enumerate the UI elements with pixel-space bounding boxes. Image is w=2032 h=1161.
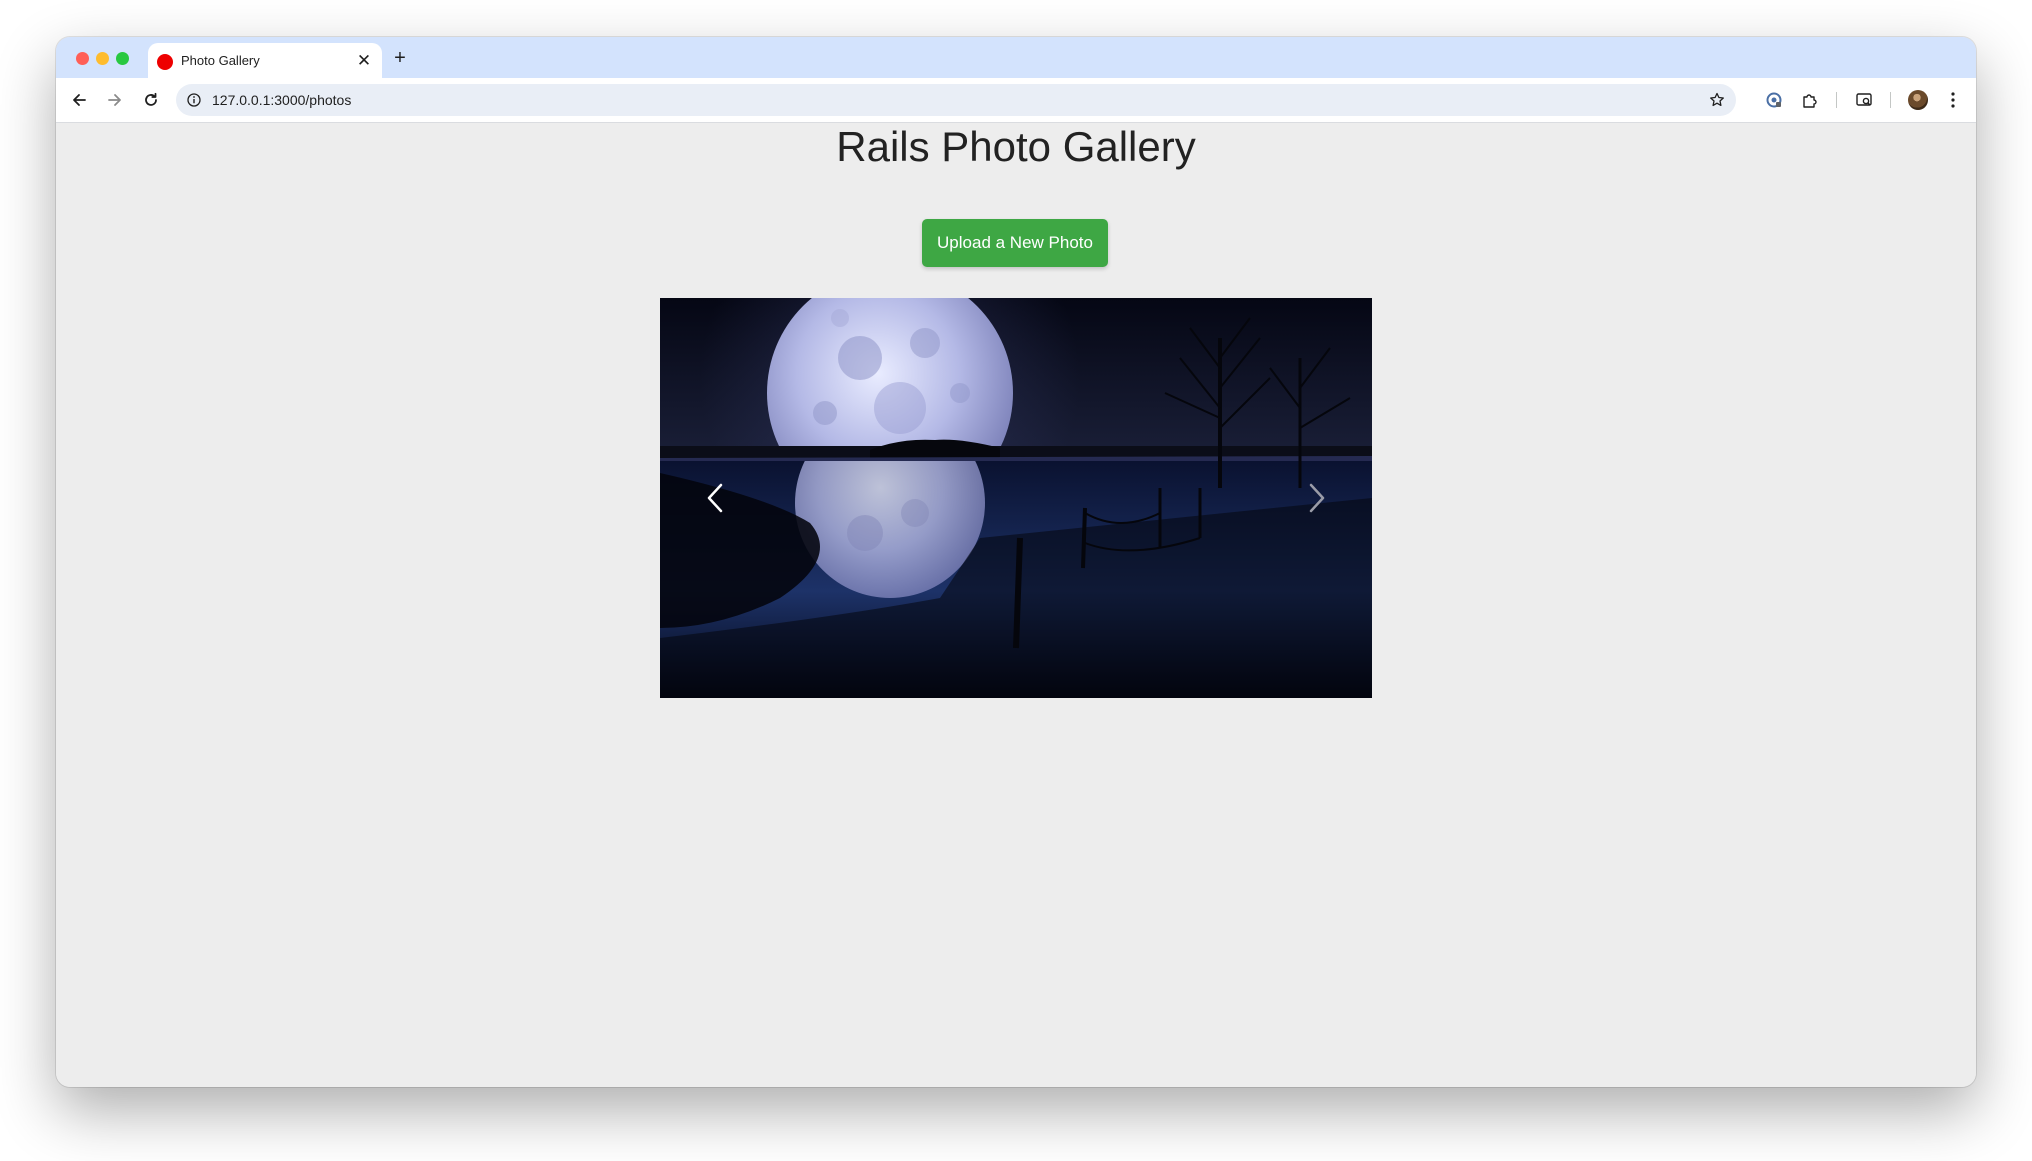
- chevron-right-icon[interactable]: [1287, 468, 1347, 528]
- kebab-menu-icon[interactable]: [1940, 87, 1966, 113]
- toolbar-divider: [1836, 92, 1837, 108]
- favicon-icon: [157, 54, 173, 70]
- upload-new-photo-button[interactable]: Upload a New Photo: [922, 219, 1108, 267]
- browser-toolbar: 127.0.0.1:3000/photos: [56, 78, 1976, 123]
- tab-title: Photo Gallery: [181, 53, 260, 68]
- close-window-button[interactable]: [76, 52, 89, 65]
- tab-search-icon[interactable]: [1851, 87, 1877, 113]
- google-lens-icon[interactable]: [1761, 87, 1787, 113]
- info-icon[interactable]: [184, 90, 204, 110]
- url-text: 127.0.0.1:3000/photos: [212, 92, 352, 108]
- back-arrow-icon[interactable]: [64, 85, 94, 115]
- close-icon[interactable]: ✕: [354, 51, 374, 71]
- maximize-window-button[interactable]: [116, 52, 129, 65]
- moon-photo: [660, 298, 1372, 698]
- page-content: Rails Photo Gallery Upload a New Photo: [56, 123, 1976, 1087]
- forward-arrow-icon[interactable]: [100, 85, 130, 115]
- profile-avatar[interactable]: [1908, 90, 1928, 110]
- address-bar[interactable]: 127.0.0.1:3000/photos: [176, 84, 1736, 116]
- minimize-window-button[interactable]: [96, 52, 109, 65]
- extensions-puzzle-icon[interactable]: [1797, 87, 1823, 113]
- chevron-left-icon[interactable]: [685, 468, 745, 528]
- plus-icon[interactable]: +: [388, 46, 412, 70]
- reload-icon[interactable]: [136, 85, 166, 115]
- star-icon[interactable]: [1704, 87, 1730, 113]
- tab-strip: Photo Gallery ✕ +: [56, 37, 1976, 78]
- page-title: Rails Photo Gallery: [836, 123, 1196, 170]
- toolbar-divider: [1890, 92, 1891, 108]
- browser-window: Photo Gallery ✕ + 127.0.0.1:3000/photos: [56, 37, 1976, 1087]
- photo-carousel[interactable]: [660, 298, 1372, 698]
- tab-photo-gallery[interactable]: Photo Gallery ✕: [148, 43, 382, 78]
